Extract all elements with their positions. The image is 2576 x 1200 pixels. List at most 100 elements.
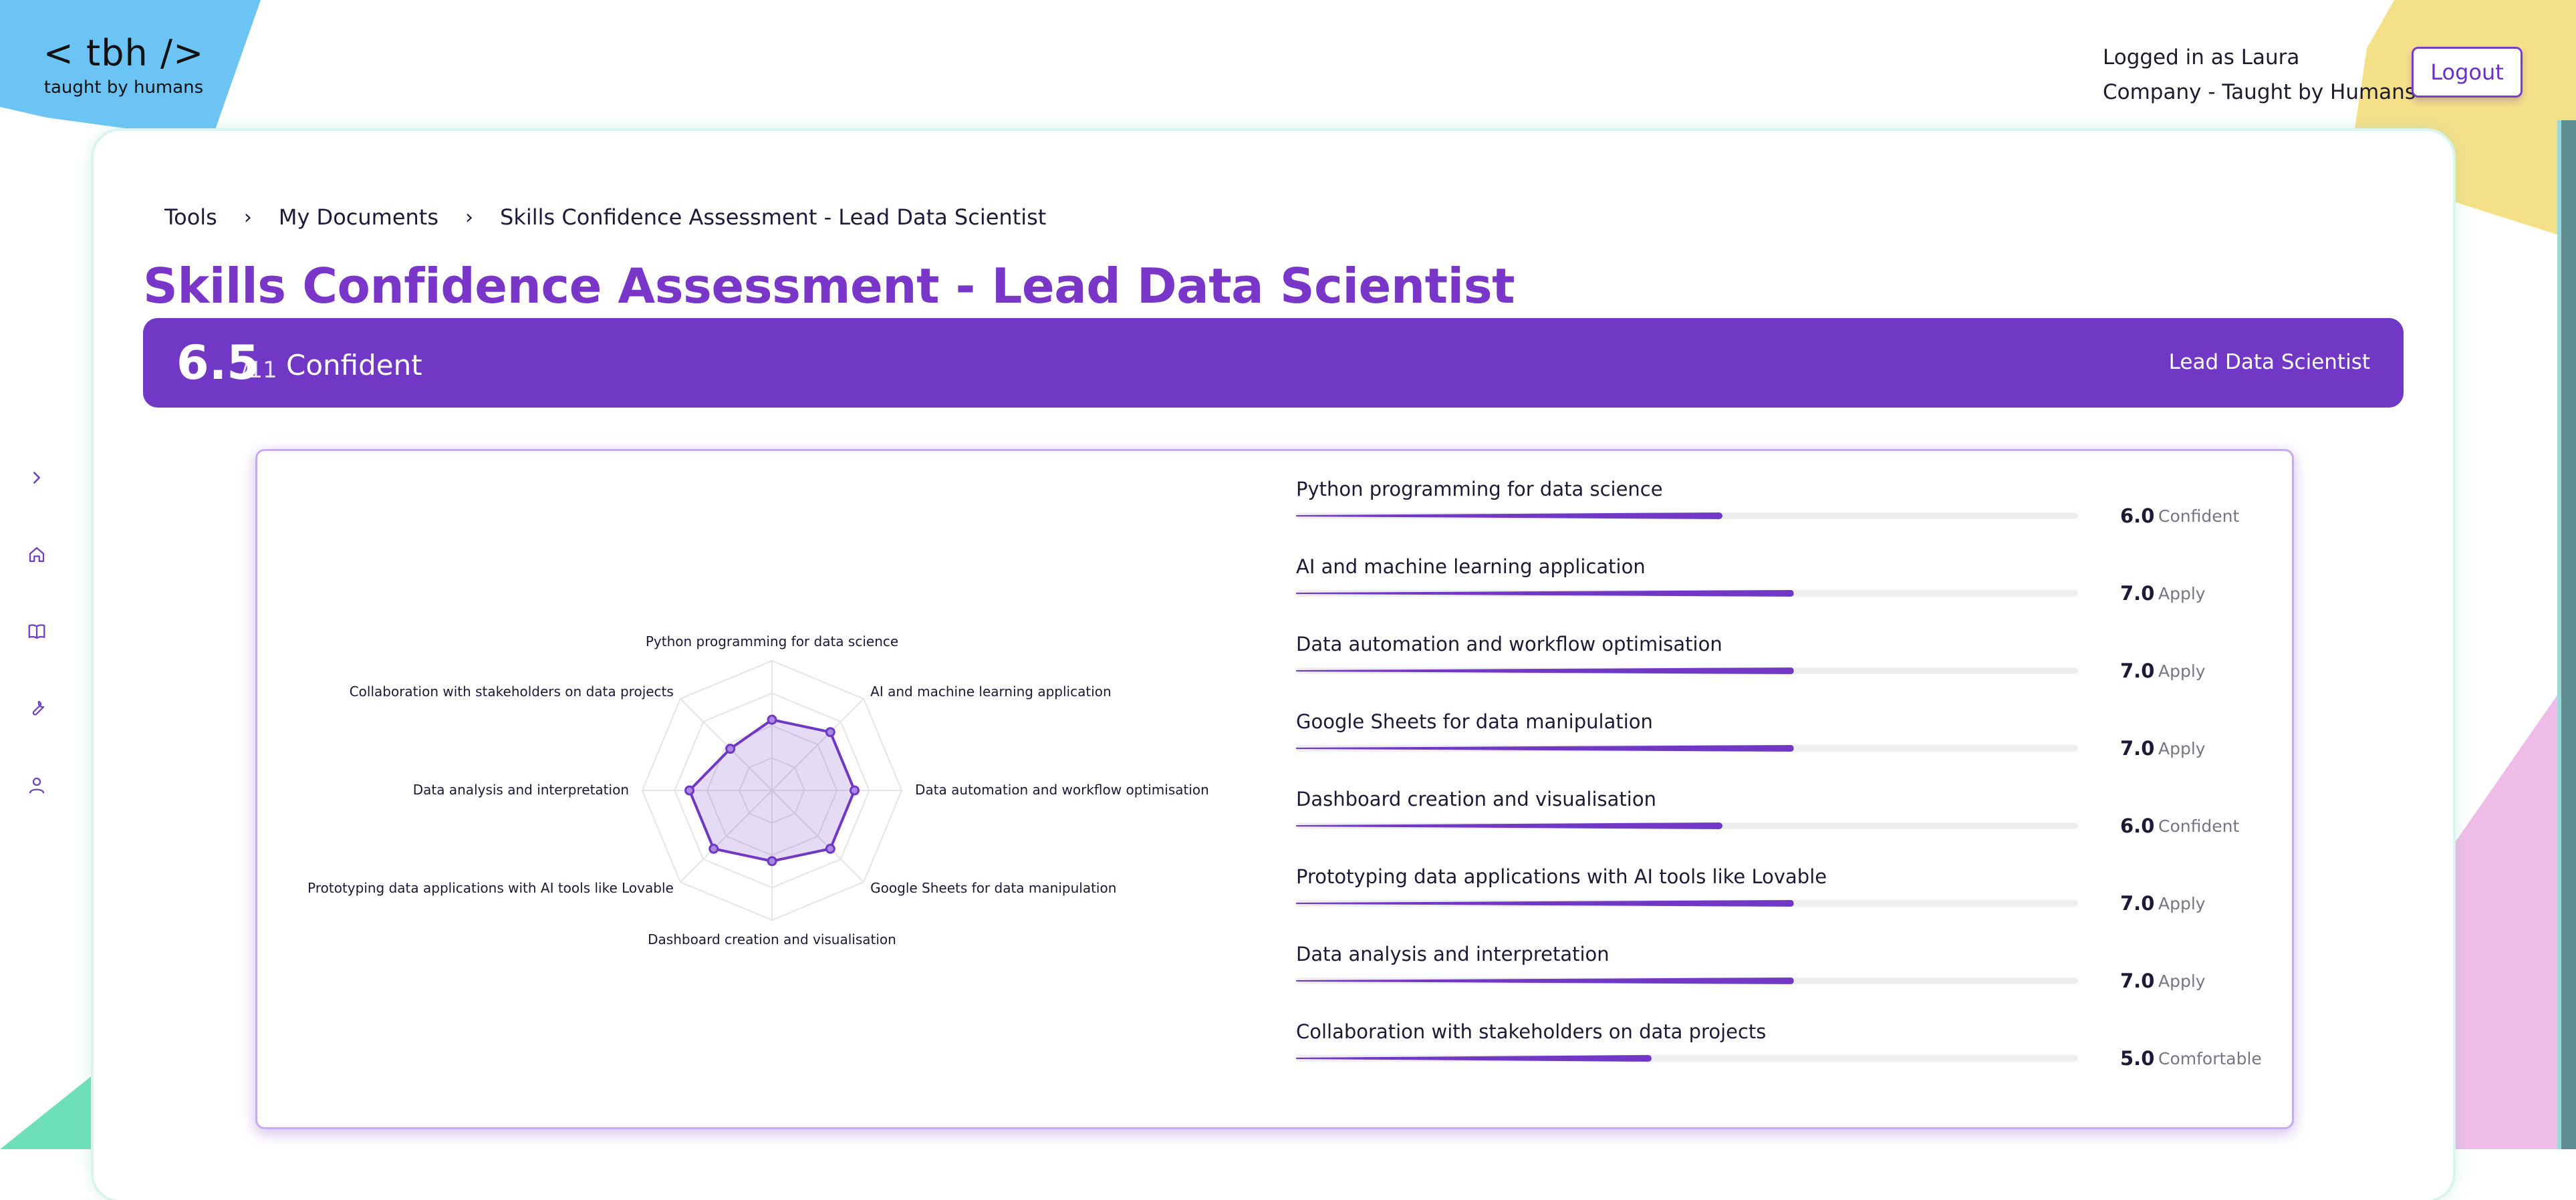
- skill-score: 6.0: [2120, 504, 2155, 527]
- radar-series-area: [688, 718, 856, 863]
- skill-name: Prototyping data applications with AI to…: [1296, 865, 1827, 888]
- skill-row: Data automation and workflow optimisatio…: [1296, 633, 2252, 710]
- skill-progress-fill: [1296, 900, 1794, 907]
- skill-progress-track: [1296, 745, 2078, 752]
- skill-name: Google Sheets for data manipulation: [1296, 710, 1653, 733]
- skill-progress-track: [1296, 512, 2078, 519]
- skill-progress-fill: [1296, 822, 1723, 829]
- skill-row: Data analysis and interpretation 7.0 Apply: [1296, 943, 2252, 1020]
- radar-axis-label: Dashboard creation and visualisation: [648, 931, 896, 947]
- skill-progress-track: [1296, 822, 2078, 829]
- breadcrumb-item-current: Skills Confidence Assessment - Lead Data…: [500, 204, 1047, 230]
- skill-score: 6.0: [2120, 814, 2155, 837]
- company-text: Company - Taught by Humans: [2103, 80, 2416, 104]
- logo[interactable]: < tbh /> taught by humans: [27, 32, 221, 98]
- radar-axis-label: Collaboration with stakeholders on data …: [350, 684, 674, 700]
- radar-point[interactable]: [767, 856, 777, 867]
- radar-axis-label: Data automation and workflow optimisatio…: [915, 782, 1209, 798]
- sidebar-item-learning[interactable]: [20, 615, 53, 648]
- skill-score: 7.0: [2120, 659, 2155, 682]
- radar-axis-label: Python programming for data science: [646, 633, 898, 649]
- skill-level: Confident: [2158, 816, 2240, 836]
- decor-shape-bottom-left: [0, 1069, 100, 1149]
- skill-name: Python programming for data science: [1296, 478, 1663, 500]
- radar-axis-label: Data analysis and interpretation: [413, 782, 629, 798]
- skill-level: Comfortable: [2158, 1049, 2262, 1068]
- skill-progress-track: [1296, 978, 2078, 984]
- skill-progress-track: [1296, 590, 2078, 597]
- radar-point[interactable]: [684, 785, 695, 796]
- skill-progress-track: [1296, 1055, 2078, 1062]
- radar-axis-label: AI and machine learning application: [870, 684, 1112, 700]
- skill-level: Apply: [2158, 661, 2206, 681]
- skill-level: Confident: [2158, 506, 2240, 526]
- overall-level: Confident: [286, 349, 422, 382]
- skill-name: Dashboard creation and visualisation: [1296, 788, 1656, 810]
- breadcrumb-item-tools[interactable]: Tools: [164, 204, 217, 230]
- overall-score-max: /11: [241, 357, 277, 384]
- radar-point[interactable]: [725, 744, 736, 754]
- role-label: Lead Data Scientist: [2168, 350, 2370, 374]
- skill-row: Python programming for data science 6.0 Co…: [1296, 478, 2252, 555]
- skill-score: 7.0: [2120, 582, 2155, 605]
- logo-mark: < tbh />: [43, 32, 205, 74]
- radar-point[interactable]: [849, 785, 860, 796]
- radar-chart: Python programming for data science AI an…: [307, 633, 1209, 947]
- skill-row: Collaboration with stakeholders on data …: [1296, 1020, 2262, 1098]
- chevron-right-icon: [33, 472, 40, 484]
- skill-row: Dashboard creation and visualisation 6.0 C…: [1296, 788, 2252, 865]
- sidebar-item-home[interactable]: [20, 538, 53, 571]
- user-icon: [29, 777, 45, 794]
- wrench-icon: [32, 700, 45, 716]
- skill-name: Collaboration with stakeholders on data …: [1296, 1020, 1767, 1043]
- assessment-card: Python programming for data science AI an…: [255, 449, 2294, 1129]
- radar-axis-label: Prototyping data applications with AI to…: [307, 880, 674, 896]
- breadcrumb: Tools › My Documents › Skills Confidence…: [164, 204, 1046, 230]
- radar-point[interactable]: [709, 843, 719, 854]
- skill-progress-fill: [1296, 667, 1794, 674]
- skill-row: Prototyping data applications with AI to…: [1296, 865, 2252, 943]
- radar-point[interactable]: [825, 727, 835, 738]
- sidebar-item-profile[interactable]: [20, 768, 53, 802]
- radar-point[interactable]: [767, 714, 777, 725]
- chevron-right-icon: ›: [465, 205, 473, 229]
- sidebar: [20, 461, 53, 845]
- skill-progress-track: [1296, 667, 2078, 674]
- decor-shape-bottom-right: [2442, 668, 2576, 1149]
- sidebar-item-tools[interactable]: [20, 692, 53, 725]
- skill-name: Data analysis and interpretation: [1296, 943, 1609, 965]
- skill-row: AI and machine learning application 7.0 Ap…: [1296, 555, 2252, 633]
- sidebar-expand[interactable]: [20, 461, 53, 494]
- skill-level: Apply: [2158, 894, 2206, 913]
- skill-progress-fill: [1296, 512, 1723, 519]
- radar-point[interactable]: [825, 843, 835, 854]
- radar-axis-label: Google Sheets for data manipulation: [870, 880, 1116, 896]
- logout-button[interactable]: Logout: [2412, 47, 2523, 98]
- skill-name: AI and machine learning application: [1296, 555, 1646, 578]
- skill-progress-fill: [1296, 745, 1794, 752]
- skill-level: Apply: [2158, 971, 2206, 991]
- score-summary-bar: 6.5 /11 Confident Lead Data Scientist: [143, 318, 2404, 408]
- logged-in-text: Logged in as Laura: [2103, 45, 2300, 69]
- book-icon: [28, 624, 45, 639]
- skill-name: Data automation and workflow optimisatio…: [1296, 633, 1722, 655]
- page-title: Skills Confidence Assessment - Lead Data…: [143, 258, 1515, 314]
- skill-score: 7.0: [2120, 969, 2155, 992]
- chevron-right-icon: ›: [243, 205, 252, 229]
- skill-progress-track: [1296, 900, 2078, 907]
- window-edge-highlight: [2557, 120, 2561, 1149]
- breadcrumb-item-my-documents[interactable]: My Documents: [279, 204, 438, 230]
- logo-subtitle: taught by humans: [43, 78, 204, 98]
- skill-progress-fill: [1296, 1055, 1652, 1062]
- window-edge: [2561, 120, 2576, 1149]
- skill-progress-fill: [1296, 978, 1794, 984]
- skill-score: 7.0: [2120, 892, 2155, 915]
- skill-progress-fill: [1296, 590, 1794, 597]
- skill-row: Google Sheets for data manipulation 7.0 Ap…: [1296, 710, 2252, 788]
- skill-level: Apply: [2158, 739, 2206, 758]
- user-info: Logged in as Laura Company - Taught by H…: [2103, 40, 2416, 110]
- skill-score: 5.0: [2120, 1047, 2155, 1070]
- skill-score: 7.0: [2120, 737, 2155, 760]
- skill-level: Apply: [2158, 584, 2206, 603]
- home-icon: [29, 547, 45, 563]
